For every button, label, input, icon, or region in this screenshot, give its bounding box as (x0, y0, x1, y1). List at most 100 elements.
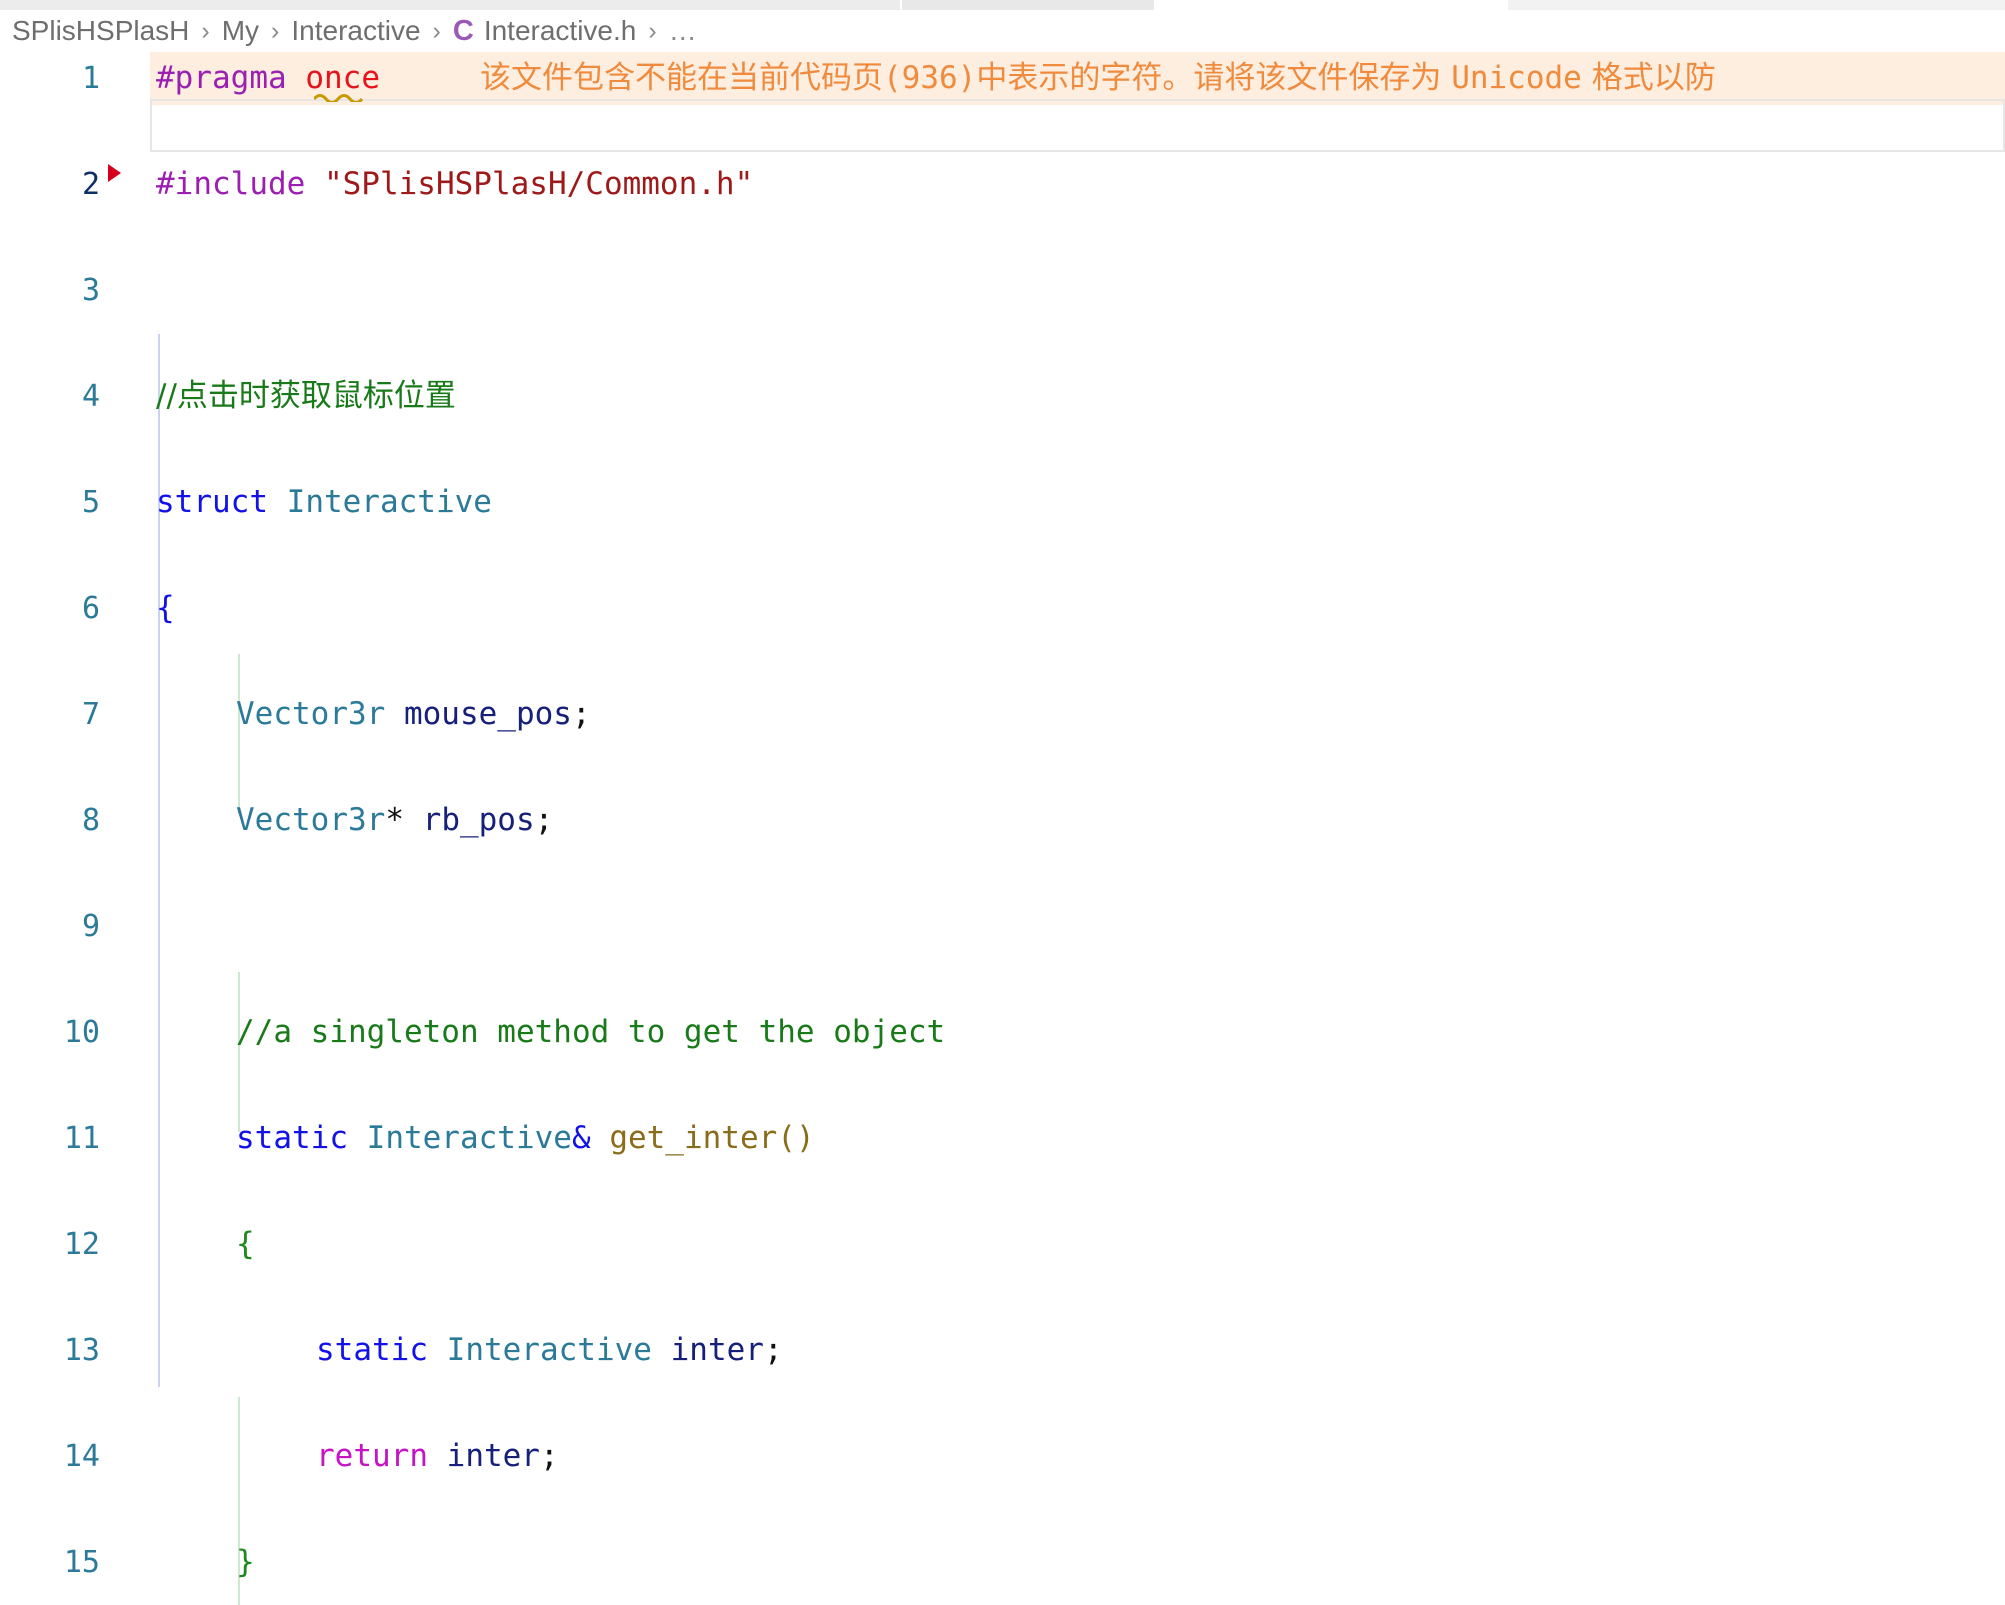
code-line[interactable]: 12 { (0, 1218, 2005, 1271)
token-keyword-return: return (316, 1438, 428, 1474)
breadcrumb-separator-icon: › (432, 16, 441, 45)
code-line[interactable]: 2 #include "SPlisHSPlasH/Common.h" (0, 158, 2005, 211)
current-line-box (150, 99, 2005, 152)
code-line[interactable]: 14 return inter; (0, 1430, 2005, 1483)
encoding-error-text-2: 中表示的字符。请将该文件保存为 (976, 60, 1452, 96)
encoding-error-text-1: 该文件包含不能在当前代码页 (480, 60, 883, 96)
code-line-content[interactable]: //a singleton method to get the object (236, 1006, 945, 1059)
token-identifier-mouse-pos: mouse_pos (403, 696, 572, 732)
breadcrumb-separator-icon: › (648, 16, 657, 45)
code-line-content[interactable]: { (156, 582, 175, 635)
breadcrumb-overflow-ellipsis[interactable]: … (669, 15, 697, 47)
breadcrumb-item-project[interactable]: SPlisHSPlasH (12, 15, 189, 47)
line-number: 11 (63, 1121, 100, 1156)
line-number: 5 (81, 485, 100, 520)
code-line[interactable]: 5 struct Interactive (0, 476, 2005, 529)
line-number: 13 (63, 1333, 100, 1368)
breadcrumb-item-folder-my[interactable]: My (222, 15, 259, 47)
code-line[interactable]: 3 (0, 264, 2005, 317)
line-number: 15 (63, 1545, 100, 1580)
breadcrumb-separator-icon: › (271, 16, 280, 45)
token-identifier-rb-pos: rb_pos (422, 802, 535, 838)
token-include-path: "SPlisHSPlasH/Common.h" (323, 166, 754, 202)
code-line[interactable]: 10 //a singleton method to get the objec… (0, 1006, 2005, 1059)
token-semicolon: ; (539, 1438, 559, 1474)
token-type-interactive: Interactive (446, 1332, 652, 1368)
encoding-error-unicode: Unicode (1451, 60, 1582, 96)
line-number: 4 (81, 379, 100, 414)
line-number-current: 2 (81, 167, 100, 202)
code-line[interactable]: 7 Vector3r mouse_pos; (0, 688, 2005, 741)
code-line[interactable]: 9 (0, 900, 2005, 953)
code-line-content[interactable]: return inter; (316, 1430, 559, 1483)
token-keyword-static: static (316, 1332, 428, 1368)
line-number: 14 (63, 1439, 100, 1474)
token-keyword-struct: struct (156, 484, 268, 520)
code-line[interactable]: 11 static Interactive& get_inter() (0, 1112, 2005, 1165)
code-line[interactable]: 13 static Interactive inter; (0, 1324, 2005, 1377)
line-number: 3 (81, 273, 100, 308)
code-line[interactable]: 6 { (0, 582, 2005, 635)
code-line-content[interactable]: //点击时获取鼠标位置 (156, 370, 456, 423)
tab-segment-2[interactable] (902, 0, 1154, 10)
token-type-interactive: Interactive (366, 1120, 572, 1156)
c-file-icon: C (452, 14, 474, 47)
token-once: once (305, 60, 380, 96)
encoding-error-codepage: (936) (883, 60, 977, 96)
code-line[interactable]: 15 } (0, 1536, 2005, 1589)
breadcrumb-item-file[interactable]: Interactive.h (484, 15, 637, 47)
code-line-content[interactable]: #include "SPlisHSPlasH/Common.h" (156, 158, 753, 211)
encoding-error-text-3: 格式以防 (1581, 60, 1716, 96)
token-function-get-inter: get_inter (609, 1120, 778, 1156)
tab-segment-active[interactable] (1156, 0, 1506, 10)
token-semicolon: ; (763, 1332, 783, 1368)
token-pragma: #pragma (156, 60, 287, 96)
token-type-interactive: Interactive (286, 484, 492, 520)
code-line-content[interactable]: } (236, 1536, 255, 1589)
breadcrumb-item-folder-interactive[interactable]: Interactive (291, 15, 420, 47)
breadcrumb-separator-icon: › (201, 16, 210, 45)
line-number: 6 (81, 591, 100, 626)
token-include: #include (156, 166, 306, 202)
code-line[interactable]: 8 Vector3r* rb_pos; (0, 794, 2005, 847)
code-line-content[interactable]: Vector3r mouse_pos; (236, 688, 591, 741)
code-line[interactable]: 4 //点击时获取鼠标位置 (0, 370, 2005, 423)
token-identifier-inter: inter (446, 1438, 540, 1474)
code-editor[interactable]: 该文件包含不能在当前代码页(936)中表示的字符。请将该文件保存为 Unicod… (0, 52, 2005, 1605)
line-number: 1 (81, 61, 100, 96)
line-number: 12 (63, 1227, 100, 1262)
encoding-error-message: 该文件包含不能在当前代码页(936)中表示的字符。请将该文件保存为 Unicod… (480, 52, 1716, 105)
code-line-content[interactable]: { (236, 1218, 255, 1271)
code-line-content[interactable]: struct Interactive (156, 476, 492, 529)
token-identifier-inter: inter (670, 1332, 764, 1368)
token-parens: () (777, 1120, 815, 1156)
tab-strip (0, 0, 2005, 10)
code-line-content[interactable]: static Interactive& get_inter() (236, 1112, 815, 1165)
token-keyword-static: static (236, 1120, 348, 1156)
code-line-content[interactable]: Vector3r* rb_pos; (236, 794, 553, 847)
tab-segment-1[interactable] (0, 0, 900, 10)
line-number: 7 (81, 697, 100, 732)
tab-segment-3[interactable] (1508, 0, 2005, 10)
token-ampersand: & (571, 1120, 591, 1156)
line-number: 9 (81, 909, 100, 944)
token-type-vector3r: Vector3r (236, 696, 386, 732)
code-line-content[interactable]: #pragma once (156, 52, 380, 105)
line-number: 10 (63, 1015, 100, 1050)
token-semicolon: ; (534, 802, 554, 838)
token-type-vector3r: Vector3r (236, 802, 386, 838)
token-brace-open: { (156, 590, 175, 626)
token-semicolon: ; (571, 696, 591, 732)
line-number: 8 (81, 803, 100, 838)
code-line-content[interactable]: static Interactive inter; (316, 1324, 783, 1377)
